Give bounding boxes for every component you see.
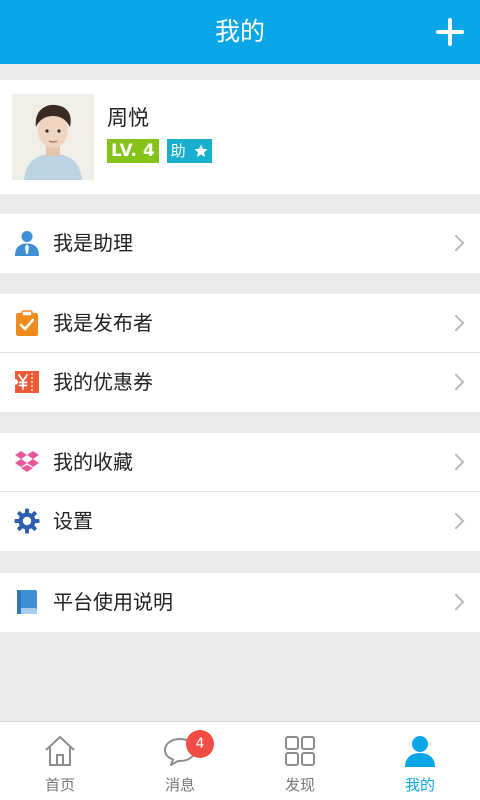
tab-mine[interactable]: 我的 [360, 722, 480, 800]
add-icon[interactable] [436, 18, 464, 46]
avatar[interactable] [12, 94, 94, 180]
menu-label-favorites: 我的收藏 [53, 450, 133, 474]
menu-group-guide: 平台使用说明 [0, 573, 480, 632]
chevron-right-icon [447, 593, 465, 611]
menu-label-assistant: 我是助理 [53, 231, 133, 255]
book-icon [17, 590, 37, 614]
tab-label-home: 首页 [44, 776, 75, 794]
tab-messages[interactable]: 消息 [120, 722, 240, 800]
menu-item-assistant[interactable]: 我是助理 [0, 214, 480, 273]
gear-icon [14, 508, 40, 534]
home-icon [45, 736, 75, 766]
menu-item-favorites[interactable]: 我的收藏 [0, 433, 480, 492]
chevron-right-icon [447, 373, 465, 391]
menu-label-settings: 设置 [53, 509, 93, 533]
menu-item-settings[interactable]: 设置 [0, 492, 480, 551]
menu-item-coupons[interactable]: 我的优惠券 [0, 353, 480, 412]
menu-label-coupons: 我的优惠券 [53, 370, 153, 394]
person-icon [405, 736, 435, 767]
avatar-photo [12, 94, 94, 180]
menu-label-guide: 平台使用说明 [53, 590, 173, 614]
box-stack-icon [15, 451, 39, 472]
message-count-badge: 4 [186, 730, 214, 758]
chevron-right-icon [447, 512, 465, 530]
tab-discover[interactable]: 发现 [240, 722, 360, 800]
profile-card[interactable]: 周悦 LV. 4 助 [0, 80, 480, 194]
tab-label-messages: 消息 [164, 776, 195, 794]
role-badge: 助 [166, 139, 212, 163]
star-icon [194, 144, 208, 157]
chevron-right-icon [447, 234, 465, 252]
tab-home[interactable]: 首页 [0, 722, 120, 800]
top-bar: 我的 [0, 0, 480, 64]
menu-label-publisher: 我是发布者 [53, 311, 153, 335]
role-badge-label: 助 [170, 142, 186, 160]
bottom-tab-bar: 首页 消息 发现 我的 4 [0, 721, 480, 800]
menu-group-favorites: 我的收藏 设置 [0, 433, 480, 551]
menu-item-guide[interactable]: 平台使用说明 [0, 573, 480, 632]
person-tie-icon [15, 231, 39, 256]
tab-label-discover: 发现 [284, 776, 315, 794]
page-title: 我的 [214, 17, 265, 46]
tab-label-mine: 我的 [404, 776, 435, 794]
level-badge: LV. 4 [107, 139, 159, 163]
user-name: 周悦 [107, 106, 149, 130]
chevron-right-icon [447, 314, 465, 332]
grid-icon [285, 736, 315, 766]
menu-group-assistant: 我是助理 [0, 214, 480, 273]
menu-group-publisher: 我是发布者 我的优惠券 [0, 294, 480, 412]
yen-coupon-icon [15, 371, 39, 393]
chevron-right-icon [447, 453, 465, 471]
clipboard-check-icon [16, 310, 38, 336]
menu-item-publisher[interactable]: 我是发布者 [0, 294, 480, 353]
